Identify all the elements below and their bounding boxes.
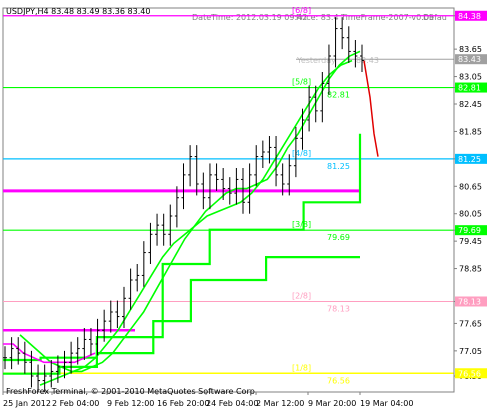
level-label: [1/8]	[292, 363, 311, 372]
y-tick-label: 80.65	[459, 182, 482, 191]
price-tag-label: 76.56	[458, 369, 481, 378]
x-tick-label: 9 Mar 20:00	[308, 399, 356, 408]
x-tick-label: 25 Jan 2012	[3, 399, 51, 408]
y-tick-label: 77.05	[459, 347, 482, 356]
datetime-label: DateTime: 2012.03.19 09:42	[192, 13, 307, 22]
chart-window[interactable]: USDJPY,H4 83.48 83.49 83.36 83.40 DateTi…	[0, 0, 489, 411]
y-tick-label: 83.05	[459, 73, 482, 82]
timeframe-label: TimeFrame-2007-v0.05	[340, 13, 434, 22]
yesterday-value: 83.43	[356, 56, 379, 65]
x-tick-label: 9 Feb 12:00	[107, 399, 154, 408]
level-value-label: 81.25	[327, 162, 350, 171]
price-tag-label: 84.38	[458, 12, 481, 21]
y-tick-label: 80.05	[459, 210, 482, 219]
plot-frame	[2, 7, 455, 393]
x-tick-label: 16 Feb 20:00	[157, 399, 209, 408]
yesterday-label: Yesterday	[296, 56, 336, 65]
level-value-label: 82.81	[327, 91, 350, 100]
y-tick-label: 79.45	[459, 237, 482, 246]
y-tick-label: 82.45	[459, 100, 482, 109]
x-tick-label: 2 Feb 04:00	[52, 399, 99, 408]
level-value-label: 76.56	[327, 376, 350, 385]
x-tick-label: 2 Mar 12:00	[256, 399, 304, 408]
level-label: [5/8]	[292, 78, 311, 87]
price-tag-label: 79.69	[458, 226, 481, 235]
y-tick-label: 81.85	[459, 127, 482, 136]
y-axis: 84.38 83.65 83.05 82.81 82.45 81.85 81.25 80.65…	[453, 8, 487, 392]
price-tag-label: 81.25	[458, 155, 481, 164]
y-tick-label: 83.65	[459, 45, 482, 54]
y-tick-label: 78.85	[459, 265, 482, 274]
default-label: Defau	[423, 13, 447, 22]
price-tag-label: 83.43	[458, 55, 481, 64]
copyright-text: FreshForex Terminal, © 2001-2010 MetaQuo…	[6, 387, 257, 396]
level-label: [2/8]	[292, 291, 311, 300]
x-tick-label: 19 Mar 04:00	[360, 399, 413, 408]
price-tag-label: 82.81	[458, 84, 481, 93]
y-tick-label: 77.65	[459, 319, 482, 328]
symbol-header: USDJPY,H4 83.48 83.49 83.36 83.40	[6, 7, 150, 16]
price-tag-label: 78.13	[458, 297, 481, 306]
x-tick-label: 24 Feb 04:00	[206, 399, 258, 408]
level-label: [4/8]	[292, 149, 311, 158]
level-value-label: 78.13	[327, 304, 350, 313]
level-value-label: 79.69	[327, 233, 350, 242]
level-label: [3/8]	[292, 220, 311, 229]
level-label: [6/8]	[292, 6, 311, 15]
price-chart[interactable]: USDJPY,H4 83.48 83.49 83.36 83.40 DateTi…	[0, 0, 489, 411]
